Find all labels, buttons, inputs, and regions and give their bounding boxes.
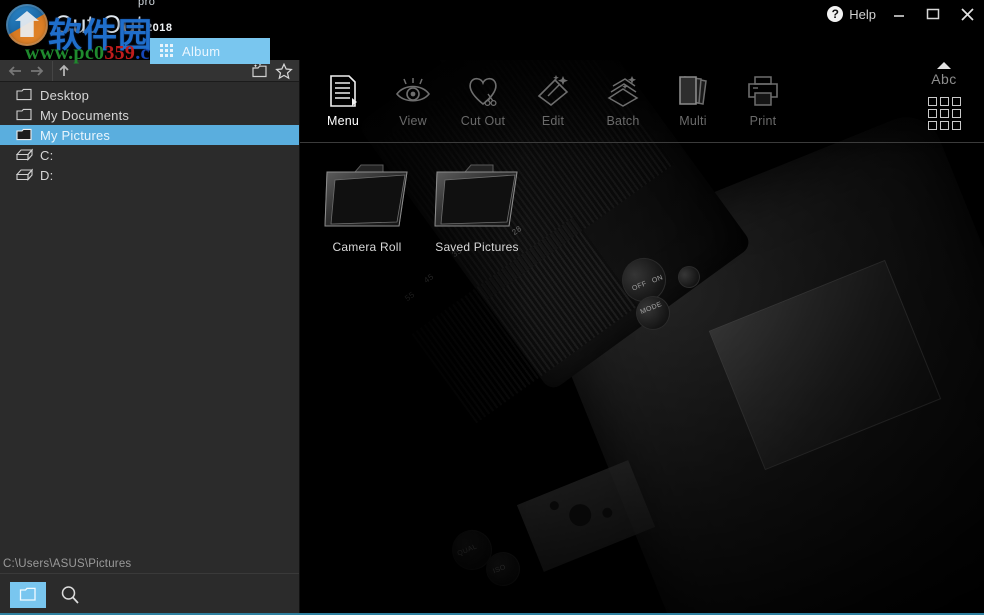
sidebar-item-label: D: [40, 167, 54, 183]
app-logo-icon [4, 2, 50, 48]
sidebar-item-label: Desktop [40, 87, 90, 103]
file-grid: Camera Roll Saved Pictures [300, 152, 984, 615]
item-label: Camera Roll [332, 240, 402, 254]
toolbar-label-batch: Batch [606, 114, 640, 128]
toolbar-label-edit: Edit [541, 114, 565, 128]
item-label: Saved Pictures [435, 240, 519, 254]
maximize-button[interactable] [916, 0, 950, 28]
minimize-button[interactable] [882, 0, 916, 28]
magic-wand-icon [530, 70, 576, 112]
folder-icon [321, 156, 413, 234]
new-folder-icon[interactable] [249, 61, 271, 81]
help-label: Help [849, 6, 876, 22]
drive-icon [15, 148, 34, 162]
grid-cell [927, 97, 937, 106]
question-circle-icon: ? [827, 6, 844, 22]
sidebar-item-label: My Documents [40, 107, 130, 123]
year-label: 2018 [146, 22, 173, 34]
grid-cell [951, 97, 961, 106]
sidebar-item-label: My Pictures [40, 127, 111, 143]
toolbar-button-edit[interactable]: Edit [518, 60, 588, 138]
toolbar-button-print[interactable]: Print [728, 60, 798, 138]
sidebar-panel: Desktop My Documents My Pictures C: D: C… [0, 60, 300, 615]
grid-cell [951, 121, 961, 130]
grid-icon [160, 44, 174, 58]
grid-cell [927, 121, 937, 130]
sort-label: Abc [931, 71, 957, 87]
folder-icon [16, 108, 32, 122]
toolbar-button-multi[interactable]: Multi [658, 60, 728, 138]
help-button[interactable]: ? Help [821, 3, 882, 25]
folder-icon [16, 128, 32, 142]
folder-tree: Desktop My Documents My Pictures C: D: [0, 82, 299, 555]
sidebar-item-label: C: [40, 147, 54, 163]
grid-view-button[interactable] [927, 97, 961, 130]
folder-icon [16, 88, 32, 102]
toolbar-label-multi: Multi [679, 114, 707, 128]
heart-scissors-icon [460, 70, 506, 112]
sidebar-item-my-pictures[interactable]: My Pictures [0, 125, 299, 145]
toolbar-button-view[interactable]: View [378, 60, 448, 138]
triangle-up-icon [937, 62, 951, 69]
eye-icon [390, 70, 436, 112]
grid-cell [951, 109, 961, 118]
drive-icon [15, 168, 34, 182]
page-title: Cut Out [54, 11, 144, 39]
star-icon[interactable] [273, 61, 295, 81]
grid-cell [927, 109, 937, 118]
toolbar-label-cut-out: Cut Out [460, 114, 506, 128]
title-bar: Cut Out pro 2018 软件园 www.pc0359.cn Album… [0, 0, 984, 64]
view-tools: Abc [914, 62, 974, 130]
application-brand: Cut Out pro 2018 [4, 0, 172, 48]
edition-label: pro [138, 0, 156, 8]
sidebar-item-my-documents[interactable]: My Documents [0, 105, 299, 125]
toolbar-label-menu: Menu [326, 114, 360, 128]
layers-stars-icon [600, 70, 646, 112]
tab-album[interactable]: Album [150, 38, 270, 64]
window-controls: ? Help [821, 0, 984, 28]
grid-cell [939, 121, 949, 130]
search-button[interactable] [56, 582, 84, 608]
arrow-up-icon[interactable] [52, 60, 74, 81]
toolbar-button-batch[interactable]: Batch [588, 60, 658, 138]
browse-folders-button[interactable] [10, 581, 46, 608]
arrow-left-icon[interactable] [4, 61, 26, 81]
folder-icon [431, 156, 523, 234]
sidebar-item-drive-d[interactable]: D: [0, 165, 299, 185]
sidebar-item-desktop[interactable]: Desktop [0, 85, 299, 105]
close-button[interactable] [950, 0, 984, 28]
main-content-area: 28 35 45 55 OFF ON MODE QUAL ISO [300, 0, 984, 615]
list-item[interactable]: Camera Roll [312, 152, 422, 272]
main-toolbar: Menu View Cut Out Edit Batch Multi Print [300, 60, 984, 143]
list-item[interactable]: Saved Pictures [422, 152, 532, 272]
printer-icon [740, 70, 786, 112]
toolbar-button-menu[interactable]: Menu [308, 60, 378, 138]
sort-alphabetical-button[interactable]: Abc [931, 62, 957, 87]
document-lines-icon [320, 70, 366, 112]
application-window: 28 35 45 55 OFF ON MODE QUAL ISO [0, 0, 984, 615]
toolbar-button-cut-out[interactable]: Cut Out [448, 60, 518, 138]
tab-album-label: Album [182, 43, 221, 59]
current-path-label: C:\Users\ASUS\Pictures [3, 558, 132, 570]
grid-cell [939, 109, 949, 118]
grid-cell [939, 97, 949, 106]
toolbar-label-view: View [399, 114, 427, 128]
toolbar-label-print: Print [749, 114, 777, 128]
arrow-right-icon[interactable] [26, 61, 48, 81]
sidebar-item-drive-c[interactable]: C: [0, 145, 299, 165]
sidebar-bottom-toolbar [0, 573, 299, 615]
stacked-pages-icon [670, 70, 716, 112]
